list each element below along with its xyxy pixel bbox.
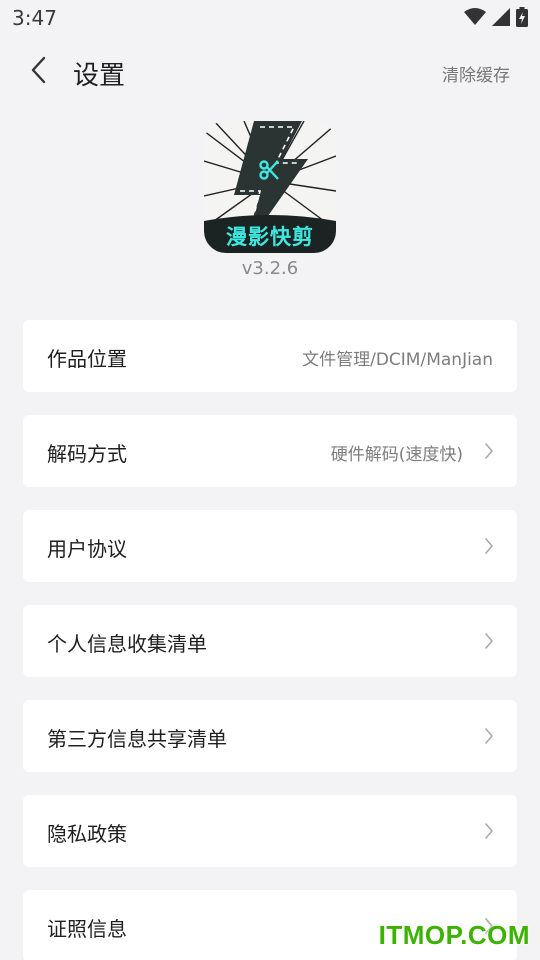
cellular-signal-icon [492, 8, 510, 30]
row-label: 作品位置 [47, 347, 127, 371]
row-label: 第三方信息共享清单 [47, 727, 227, 751]
clear-cache-button[interactable]: 清除缓存 [442, 61, 510, 86]
settings-screen: 3:47 设置 清除缓存 漫影快剪 v3.2.6 作品位置 文件管理/DCIM/… [0, 0, 540, 960]
settings-row-third-party-sharing[interactable]: 第三方信息共享清单 [23, 700, 517, 772]
row-value: 硬件解码(速度快) [330, 445, 463, 465]
chevron-right-icon [483, 441, 495, 461]
chevron-right-icon [483, 631, 495, 651]
settings-row-output-location[interactable]: 作品位置 文件管理/DCIM/ManJian [23, 320, 517, 392]
status-bar: 3:47 [0, 0, 540, 36]
back-button[interactable] [20, 54, 56, 90]
settings-row-user-agreement[interactable]: 用户协议 [23, 510, 517, 582]
row-label: 用户协议 [47, 537, 127, 561]
wifi-icon [464, 8, 486, 30]
row-label: 证照信息 [47, 917, 127, 941]
settings-list: 作品位置 文件管理/DCIM/ManJian 解码方式 硬件解码(速度快) 用户… [23, 320, 517, 960]
settings-row-decode-mode[interactable]: 解码方式 硬件解码(速度快) [23, 415, 517, 487]
chevron-left-icon [30, 56, 46, 88]
site-watermark: ITMOP.COM [378, 920, 530, 950]
logo-text: 漫影快剪 [226, 225, 314, 249]
chevron-right-icon [483, 536, 495, 556]
row-label: 隐私政策 [47, 822, 127, 846]
status-icons [464, 7, 528, 31]
row-label: 个人信息收集清单 [47, 632, 207, 656]
chevron-right-icon [483, 726, 495, 746]
settings-row-privacy-policy[interactable]: 隐私政策 [23, 795, 517, 867]
row-label: 解码方式 [47, 442, 127, 466]
page-title: 设置 [73, 61, 126, 91]
battery-charging-icon [516, 7, 528, 31]
status-time: 3:47 [12, 6, 57, 30]
app-logo: 漫影快剪 [204, 121, 336, 253]
app-version: v3.2.6 [241, 258, 299, 279]
chevron-right-icon [483, 821, 495, 841]
app-header: 设置 清除缓存 [0, 42, 540, 102]
row-value: 文件管理/DCIM/ManJian [302, 350, 493, 370]
settings-row-personal-info-list[interactable]: 个人信息收集清单 [23, 605, 517, 677]
